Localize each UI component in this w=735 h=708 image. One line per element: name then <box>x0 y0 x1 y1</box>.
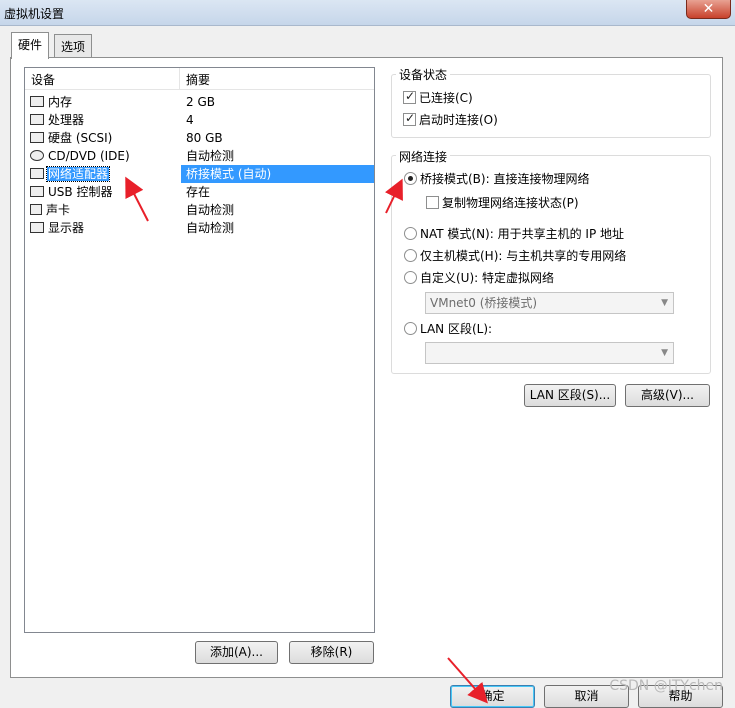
window-title: 虚拟机设置 <box>4 7 65 21</box>
device-name: 处理器 <box>48 113 85 127</box>
sound-card-icon <box>30 204 42 215</box>
checkbox-unchecked-icon <box>426 196 439 209</box>
column-header-device[interactable]: 设备 <box>25 68 180 90</box>
bridged-label: 桥接模式(B): 直接连接物理网络 <box>420 172 590 186</box>
radio-selected-icon <box>404 172 417 185</box>
cd-dvd-icon <box>30 150 44 161</box>
device-row-memory[interactable]: 内存 2 GB <box>26 93 374 111</box>
custom-radio[interactable]: 自定义(U): 特定虚拟网络 <box>404 269 554 286</box>
device-summary: 自动检测 <box>186 203 235 217</box>
device-name: CD/DVD (IDE) <box>48 149 130 163</box>
device-summary: 2 GB <box>186 95 215 109</box>
usb-controller-icon <box>30 186 44 197</box>
nat-label: NAT 模式(N): 用于共享主机的 IP 地址 <box>420 227 625 241</box>
radio-unselected-icon <box>404 271 417 284</box>
connected-checkbox[interactable]: 已连接(C) <box>403 89 473 106</box>
device-summary: 自动检测 <box>186 221 235 235</box>
device-row-harddisk[interactable]: 硬盘 (SCSI) 80 GB <box>26 129 374 147</box>
device-summary: 存在 <box>186 185 211 199</box>
device-name: 内存 <box>48 95 73 109</box>
memory-icon <box>30 96 44 107</box>
device-row-processor[interactable]: 处理器 4 <box>26 111 374 129</box>
network-adapter-icon <box>30 168 44 179</box>
device-name: 硬盘 (SCSI) <box>48 131 113 145</box>
tab-options[interactable]: 选项 <box>54 34 93 57</box>
remove-device-button[interactable]: 移除(R) <box>289 641 374 664</box>
tab-hardware[interactable]: 硬件 <box>11 32 50 59</box>
host-only-radio[interactable]: 仅主机模式(H): 与主机共享的专用网络 <box>404 247 626 264</box>
radio-unselected-icon <box>404 249 417 262</box>
close-button[interactable]: ✕ <box>686 0 731 19</box>
advanced-button[interactable]: 高级(V)... <box>625 384 710 407</box>
device-row-display[interactable]: 显示器 自动检测 <box>26 219 374 237</box>
dropdown-arrow-icon: ▼ <box>661 298 668 308</box>
host-only-label: 仅主机模式(H): 与主机共享的专用网络 <box>420 249 627 263</box>
device-name: USB 控制器 <box>48 185 113 199</box>
bridged-radio[interactable]: 桥接模式(B): 直接连接物理网络 <box>404 170 589 187</box>
device-status-title: 设备状态 <box>396 66 451 83</box>
radio-unselected-icon <box>404 227 417 240</box>
device-row-cd-dvd[interactable]: CD/DVD (IDE) 自动检测 <box>26 147 374 165</box>
device-name: 显示器 <box>48 221 85 235</box>
device-name: 声卡 <box>46 203 71 217</box>
title-bar: 虚拟机设置 ✕ <box>0 0 735 26</box>
custom-network-value: VMnet0 (桥接模式) <box>430 296 538 310</box>
lan-segments-button[interactable]: LAN 区段(S)... <box>524 384 616 407</box>
device-row-sound-card[interactable]: 声卡 自动检测 <box>26 201 374 219</box>
device-summary: 80 GB <box>186 131 223 145</box>
device-summary: 桥接模式 (自动) <box>186 167 272 181</box>
checkbox-checked-icon <box>403 89 416 104</box>
processor-icon <box>30 114 44 125</box>
lan-segment-radio[interactable]: LAN 区段(L): <box>404 320 492 337</box>
harddisk-icon <box>30 132 44 143</box>
replicate-state-checkbox[interactable]: 复制物理网络连接状态(P) <box>426 194 579 211</box>
ok-button[interactable]: 确定 <box>450 685 535 708</box>
device-summary: 自动检测 <box>186 149 235 163</box>
dropdown-arrow-icon: ▼ <box>661 348 668 358</box>
radio-unselected-icon <box>404 322 417 335</box>
device-row-usb-controller[interactable]: USB 控制器 存在 <box>26 183 374 201</box>
lan-segment-select[interactable]: ▼ <box>425 342 674 364</box>
watermark: CSDN @ITYchen <box>609 678 723 694</box>
network-connection-title: 网络连接 <box>396 148 451 165</box>
add-device-button[interactable]: 添加(A)... <box>195 641 278 664</box>
nat-radio[interactable]: NAT 模式(N): 用于共享主机的 IP 地址 <box>404 225 624 242</box>
device-status-group <box>391 74 711 138</box>
device-list-header: 设备 摘要 <box>25 68 374 90</box>
device-row-network-adapter[interactable]: 网络适配器 桥接模式 (自动) <box>26 165 374 183</box>
connected-label: 已连接(C) <box>419 91 473 105</box>
device-list[interactable]: 设备 摘要 内存 2 GB 处理器 4 硬盘 (SCSI) 80 GB CD/D… <box>24 67 375 633</box>
connect-at-power-on-checkbox[interactable]: 启动时连接(O) <box>403 111 498 128</box>
replicate-state-label: 复制物理网络连接状态(P) <box>442 196 579 210</box>
checkbox-checked-icon <box>403 111 416 126</box>
device-summary: 4 <box>186 113 194 127</box>
device-name: 网络适配器 <box>45 166 111 182</box>
lan-segment-label: LAN 区段(L): <box>420 322 493 336</box>
display-icon <box>30 222 44 233</box>
column-header-summary[interactable]: 摘要 <box>180 68 374 90</box>
connect-at-power-on-label: 启动时连接(O) <box>419 113 498 127</box>
custom-network-select[interactable]: VMnet0 (桥接模式) ▼ <box>425 292 674 314</box>
custom-label: 自定义(U): 特定虚拟网络 <box>420 271 555 285</box>
